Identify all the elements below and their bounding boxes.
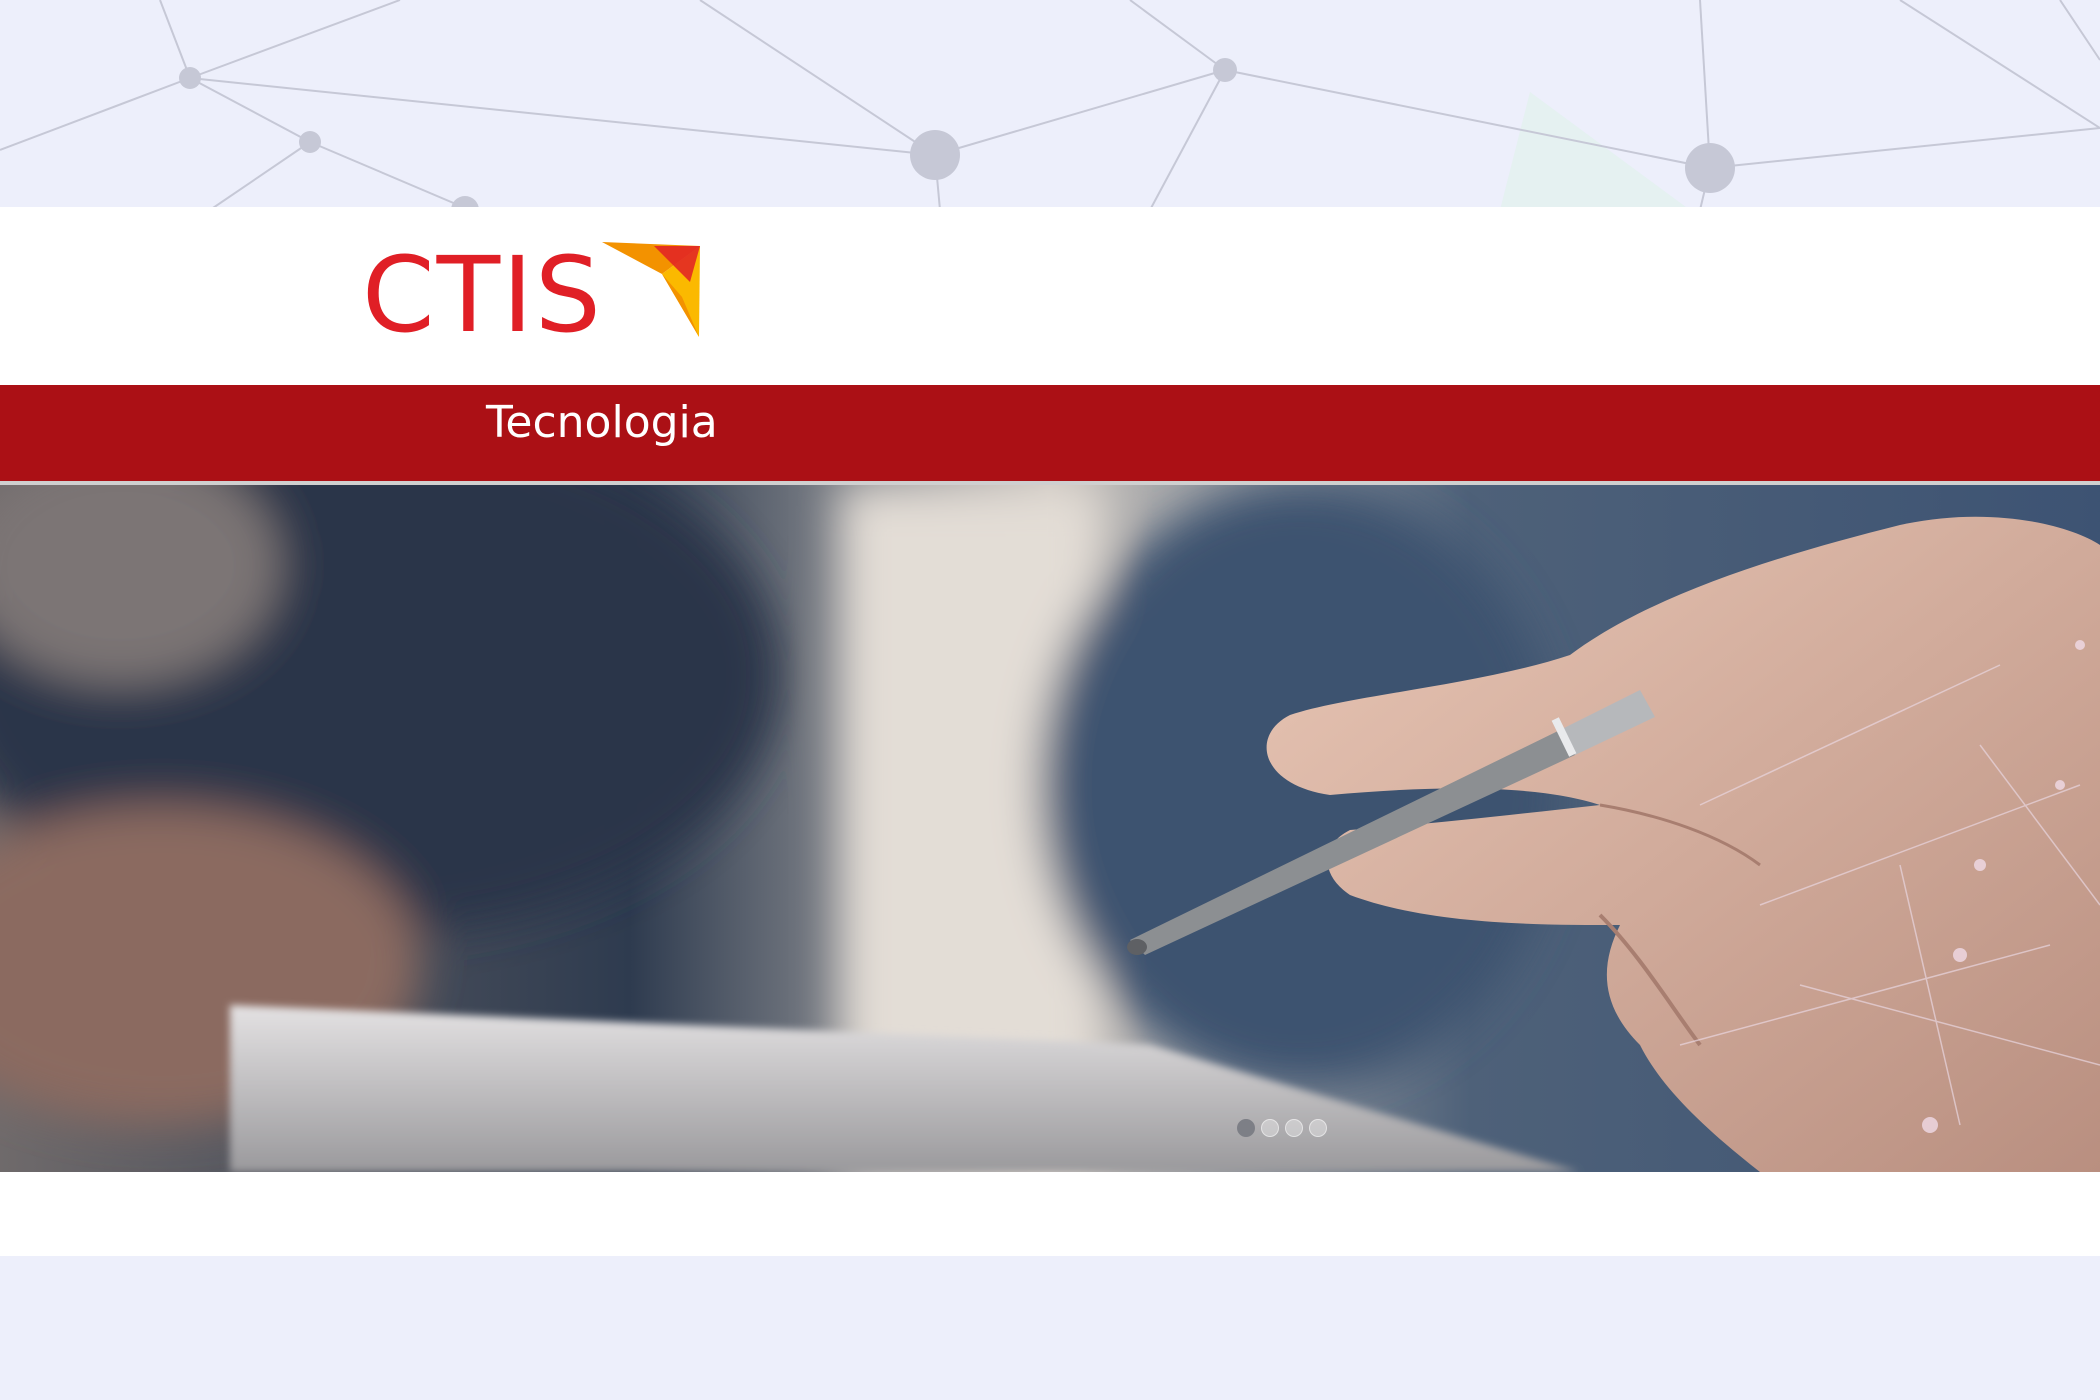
network-background-graphic bbox=[0, 0, 2100, 210]
hand-holding-pen-image bbox=[0, 485, 2100, 1172]
carousel-dot-2[interactable] bbox=[1261, 1119, 1279, 1137]
carousel-dot-4[interactable] bbox=[1309, 1119, 1327, 1137]
carousel-pagination bbox=[1237, 1119, 1327, 1137]
carousel-dot-3[interactable] bbox=[1285, 1119, 1303, 1137]
logo-wordmark: CTIS bbox=[362, 234, 603, 356]
ctis-logo[interactable]: CTIS bbox=[362, 240, 712, 350]
header bbox=[0, 207, 2100, 385]
logo-arrow-icon bbox=[602, 242, 700, 337]
hero-bottom-strip bbox=[0, 1172, 2100, 1256]
carousel-dot-1[interactable] bbox=[1237, 1119, 1255, 1137]
section-label[interactable]: Tecnologia bbox=[486, 393, 718, 453]
page: CTIS Tecnologia bbox=[0, 0, 2100, 1400]
hero-slide-image bbox=[0, 485, 2100, 1172]
section-banner bbox=[0, 385, 2100, 481]
